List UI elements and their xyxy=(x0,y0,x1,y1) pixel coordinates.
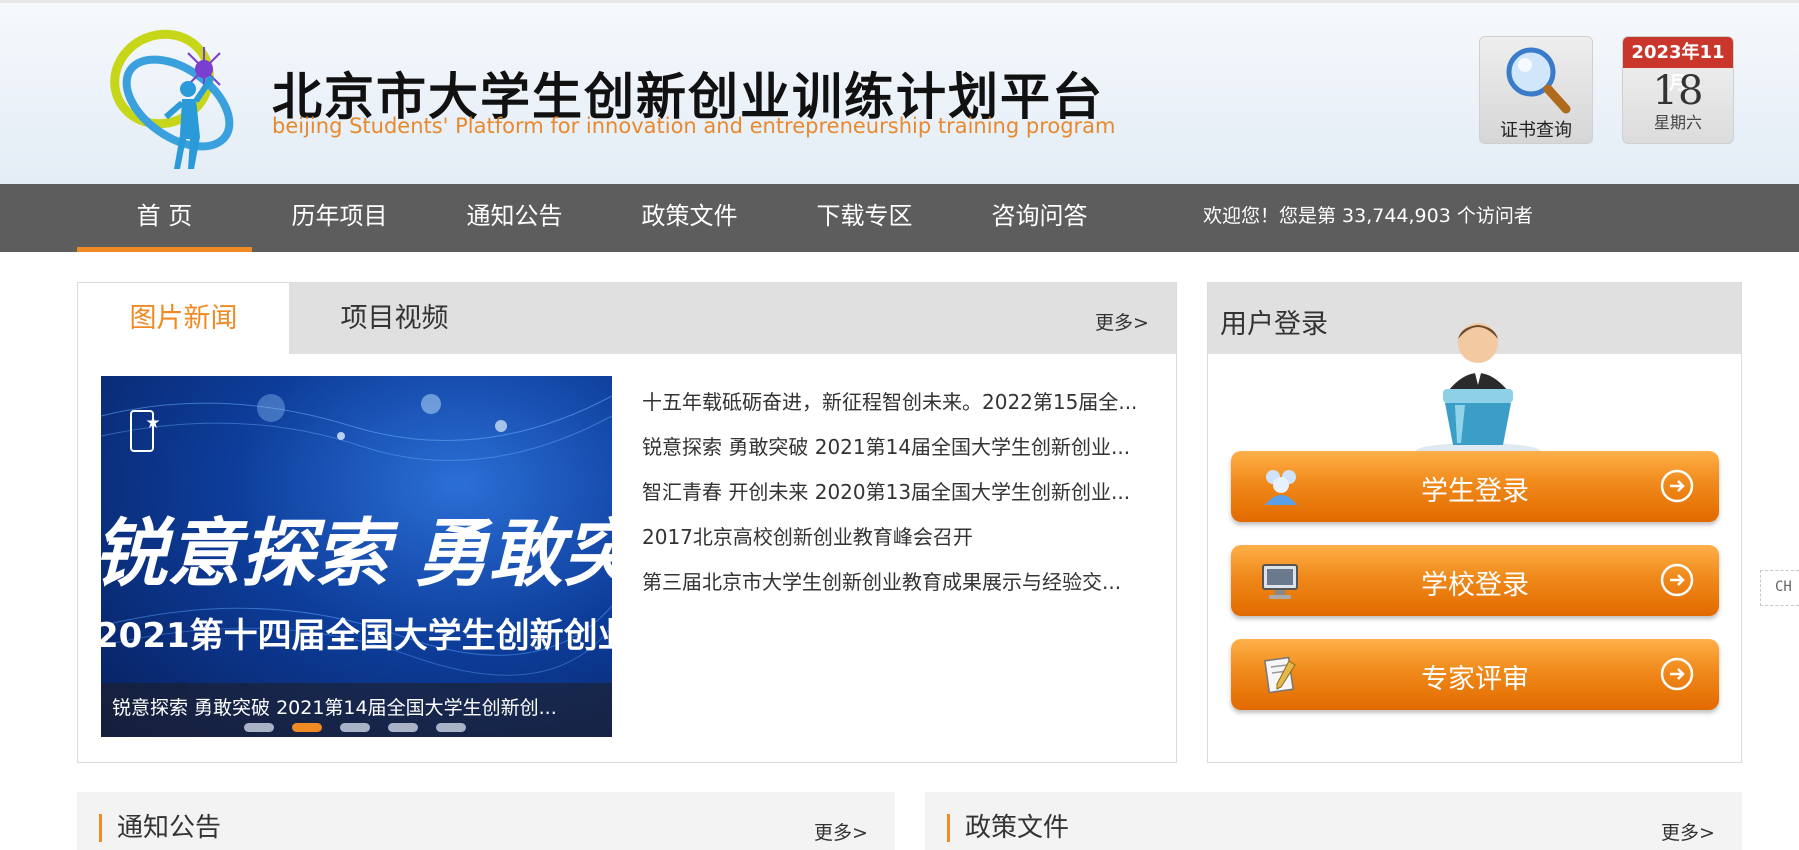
expert-review-button[interactable]: 专家评审 xyxy=(1231,639,1719,710)
policies-section: 政策文件 更多> xyxy=(925,792,1742,850)
nav-item-faq[interactable]: 咨询问答 xyxy=(952,184,1127,252)
login-panel: 用户登录 学生登录 学校登录 专家评审 xyxy=(1207,282,1742,763)
nav-item-policies[interactable]: 政策文件 xyxy=(602,184,777,252)
tab-project-videos[interactable]: 项目视频 xyxy=(289,283,500,354)
notices-section-title: 通知公告 xyxy=(99,814,221,842)
slide-dot[interactable] xyxy=(340,723,370,732)
slide-dot-active[interactable] xyxy=(292,723,322,732)
language-tab-label: CH xyxy=(1775,579,1792,595)
receptionist-icon xyxy=(1416,323,1540,459)
policies-section-title: 政策文件 xyxy=(947,814,1069,842)
slide-banner-text: 锐意探索 勇敢突破 xyxy=(101,511,612,597)
school-login-button[interactable]: 学校登录 xyxy=(1231,545,1719,616)
site-logo[interactable] xyxy=(100,17,250,175)
date-year-month: 2023年11月 xyxy=(1623,37,1733,94)
date-widget: 2023年11月 18 星期六 xyxy=(1622,36,1734,144)
student-login-label: 学生登录 xyxy=(1421,476,1529,507)
site-subtitle: beijing Students' Platform for innovatio… xyxy=(272,114,1116,138)
visitor-counter: 欢迎您！您是第 33,744,903 个访问者 xyxy=(1203,205,1533,227)
news-image-slider[interactable]: 锐意探索 勇敢突破 2021第十四届全国大学生创新创业年会 锐意探索 勇敢突破 … xyxy=(101,376,612,737)
notices-more-link[interactable]: 更多> xyxy=(814,818,868,845)
policies-more-link[interactable]: 更多> xyxy=(1661,818,1715,845)
main-nav: 首 页 历年项目 通知公告 政策文件 下载专区 咨询问答 欢迎您！您是第 33,… xyxy=(0,184,1799,252)
nav-item-notices[interactable]: 通知公告 xyxy=(427,184,602,252)
site-header: 北京市大学生创新创业训练计划平台 beijing Students' Platf… xyxy=(0,0,1799,184)
student-login-button[interactable]: 学生登录 xyxy=(1231,451,1719,522)
news-list: 十五年载砥砺奋进，新征程智创未来。2022第15届全... 锐意探索 勇敢突破 … xyxy=(642,387,1162,612)
date-weekday: 星期六 xyxy=(1653,113,1702,132)
nav-item-past-projects[interactable]: 历年项目 xyxy=(252,184,427,252)
arrow-circle-icon xyxy=(1660,657,1694,691)
school-login-label: 学校登录 xyxy=(1421,570,1529,601)
arrow-circle-icon xyxy=(1660,563,1694,597)
notices-section: 通知公告 更多> xyxy=(77,792,895,850)
slide-dot[interactable] xyxy=(436,723,466,732)
news-more-link[interactable]: 更多> xyxy=(1095,308,1149,335)
expert-review-label: 专家评审 xyxy=(1421,664,1529,695)
slide-caption[interactable]: 锐意探索 勇敢突破 2021第14届全国大学生创新创... xyxy=(112,693,557,720)
language-side-tab[interactable]: CH xyxy=(1760,570,1799,606)
news-tabs: 图片新闻 项目视频 更多> xyxy=(78,283,1176,354)
nav-item-downloads[interactable]: 下载专区 xyxy=(777,184,952,252)
news-panel: 图片新闻 项目视频 更多> 锐意探索 勇敢突破 2021第十四届全国大学生创新创… xyxy=(77,282,1177,763)
magnifier-icon xyxy=(1506,47,1571,114)
news-item[interactable]: 智汇青春 开创未来 2020第13届全国大学生创新创业... xyxy=(642,477,1162,522)
tab-photo-news[interactable]: 图片新闻 xyxy=(78,283,289,354)
date-day: 18 xyxy=(1652,68,1704,114)
certificate-query-label: 证书查询 xyxy=(1500,120,1572,141)
news-item[interactable]: 2017北京高校创新创业教育峰会召开 xyxy=(642,522,1162,567)
slide-dot[interactable] xyxy=(244,723,274,732)
news-item[interactable]: 第三届北京市大学生创新创业教育成果展示与经验交... xyxy=(642,567,1162,612)
certificate-query-button[interactable]: 证书查询 xyxy=(1479,36,1593,144)
login-title: 用户登录 xyxy=(1220,309,1328,340)
news-item[interactable]: 锐意探索 勇敢突破 2021第14届全国大学生创新创业... xyxy=(642,432,1162,477)
slide-dot[interactable] xyxy=(388,723,418,732)
nav-item-home[interactable]: 首 页 xyxy=(77,184,252,252)
arrow-circle-icon xyxy=(1660,469,1694,503)
news-item[interactable]: 十五年载砥砺奋进，新征程智创未来。2022第15届全... xyxy=(642,387,1162,432)
slide-banner-subtext: 2021第十四届全国大学生创新创业年会 xyxy=(101,616,612,656)
